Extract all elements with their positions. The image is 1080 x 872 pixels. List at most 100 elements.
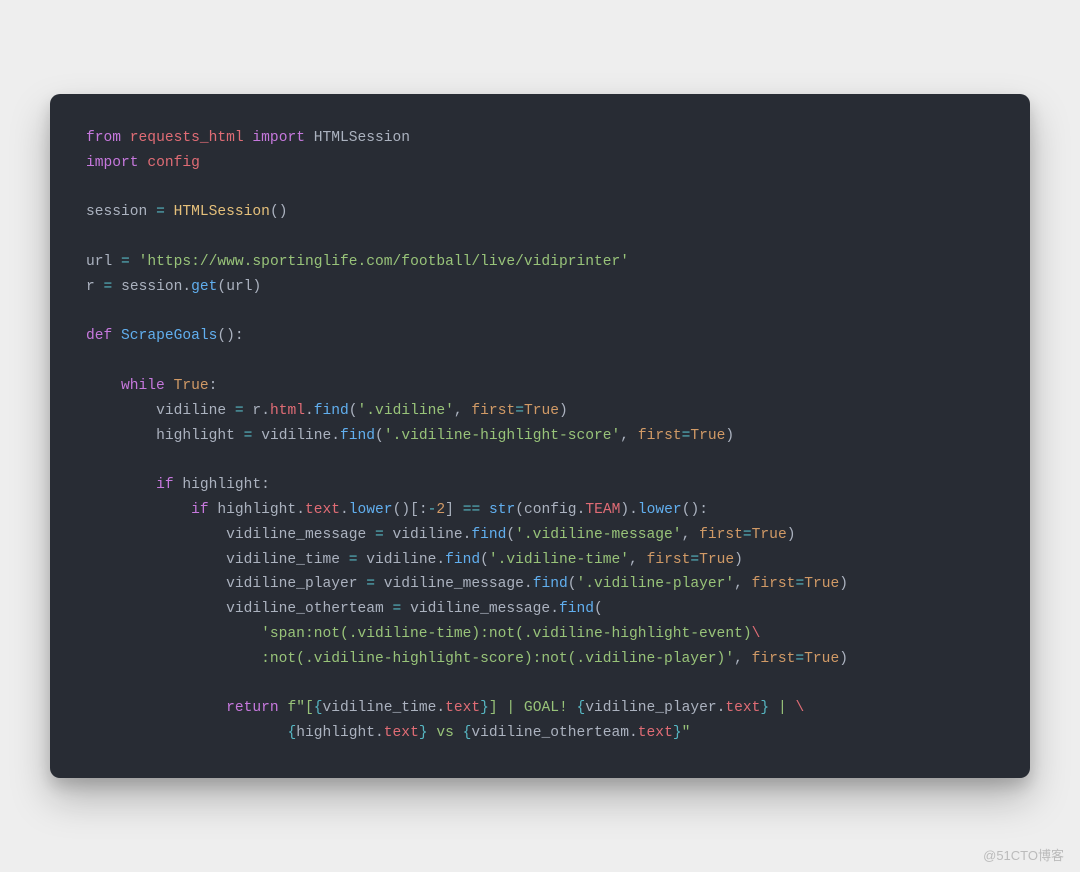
attribute: text: [725, 700, 760, 716]
line-continuation: \: [795, 700, 804, 716]
fstring-brace: }: [673, 725, 682, 741]
keyword-def: def: [86, 328, 112, 344]
string-literal: '.vidiline-time': [489, 552, 629, 568]
function-call: find: [533, 576, 568, 592]
object: config: [524, 502, 577, 518]
operator-eq: =: [375, 527, 384, 543]
variable: vidiline: [156, 403, 226, 419]
indent: [86, 477, 156, 493]
paren: ): [559, 403, 568, 419]
param-name: first: [471, 403, 515, 419]
code-card: from requests_html import HTMLSession im…: [50, 94, 1030, 778]
indent: [86, 651, 261, 667]
operator-eq: =: [104, 279, 113, 295]
paren: (: [480, 552, 489, 568]
variable: vidiline_message: [226, 527, 366, 543]
comma: ,: [682, 527, 691, 543]
attribute: text: [384, 725, 419, 741]
fstring-brace: }: [419, 725, 428, 741]
function-call: get: [191, 279, 217, 295]
variable: vidiline_otherteam: [471, 725, 629, 741]
operator-eq: =: [366, 576, 375, 592]
colon: :: [261, 477, 270, 493]
param-name: first: [638, 428, 682, 444]
object: session: [121, 279, 182, 295]
builtin-str: str: [489, 502, 515, 518]
operator-eq: =: [235, 403, 244, 419]
dot: .: [524, 576, 533, 592]
bool-true: True: [752, 527, 787, 543]
fstring: f"[: [287, 700, 313, 716]
keyword-import: import: [252, 130, 305, 146]
dot: .: [296, 502, 305, 518]
indent: [86, 378, 121, 394]
indent: [86, 576, 226, 592]
comma: ,: [620, 428, 629, 444]
function-call: find: [559, 601, 594, 617]
paren: (: [375, 428, 384, 444]
dot: .: [261, 403, 270, 419]
bool-true: True: [174, 378, 209, 394]
string-literal: 'span:not(.vidiline-time):not(.vidiline-…: [261, 626, 751, 642]
attribute: TEAM: [585, 502, 620, 518]
operator-eq: =: [743, 527, 752, 543]
indent: [86, 552, 226, 568]
object: vidiline_message: [384, 576, 524, 592]
indent: [86, 502, 191, 518]
line-continuation: \: [752, 626, 761, 642]
indent: [86, 601, 226, 617]
operator-eqeq: ==: [463, 502, 481, 518]
watermark: @51CTO博客: [983, 845, 1064, 864]
paren-colon: ):: [226, 328, 244, 344]
dot: .: [305, 403, 314, 419]
string-literal: :not(.vidiline-highlight-score):not(.vid…: [261, 651, 734, 667]
bracket: [: [410, 502, 419, 518]
variable: session: [86, 204, 147, 220]
dot: .: [436, 552, 445, 568]
object: highlight: [217, 502, 296, 518]
function-def: ScrapeGoals: [121, 328, 217, 344]
dot: .: [331, 428, 340, 444]
object: vidiline: [261, 428, 331, 444]
param-name: first: [647, 552, 691, 568]
paren: (: [217, 328, 226, 344]
paren: ): [401, 502, 410, 518]
fstring: ": [682, 725, 691, 741]
paren: (: [393, 502, 402, 518]
keyword-if: if: [191, 502, 209, 518]
module-name: config: [147, 155, 200, 171]
paren: (: [270, 204, 279, 220]
paren: ): [839, 651, 848, 667]
bool-true: True: [804, 651, 839, 667]
colon-slice: :: [419, 502, 428, 518]
attribute: text: [638, 725, 673, 741]
indent: [86, 626, 261, 642]
variable: vidiline_otherteam: [226, 601, 384, 617]
dot: .: [577, 502, 586, 518]
module-name: requests_html: [130, 130, 244, 146]
operator-eq: =: [156, 204, 165, 220]
paren: (: [217, 279, 226, 295]
fstring: |: [769, 700, 795, 716]
variable: vidiline_time: [226, 552, 340, 568]
colon: :: [209, 378, 218, 394]
bool-true: True: [804, 576, 839, 592]
attribute: text: [305, 502, 340, 518]
indent: [86, 700, 226, 716]
dot: .: [340, 502, 349, 518]
object: r: [252, 403, 261, 419]
paren: ): [787, 527, 796, 543]
paren: (: [506, 527, 515, 543]
dot: .: [629, 502, 638, 518]
function-call: find: [314, 403, 349, 419]
code-block: from requests_html import HTMLSession im…: [86, 126, 994, 746]
paren: (: [515, 502, 524, 518]
keyword-import: import: [86, 155, 139, 171]
variable: highlight: [296, 725, 375, 741]
indent: [86, 428, 156, 444]
attribute: html: [270, 403, 305, 419]
fstring: vs: [428, 725, 463, 741]
dot: .: [375, 725, 384, 741]
paren: ): [252, 279, 261, 295]
paren: (: [594, 601, 603, 617]
